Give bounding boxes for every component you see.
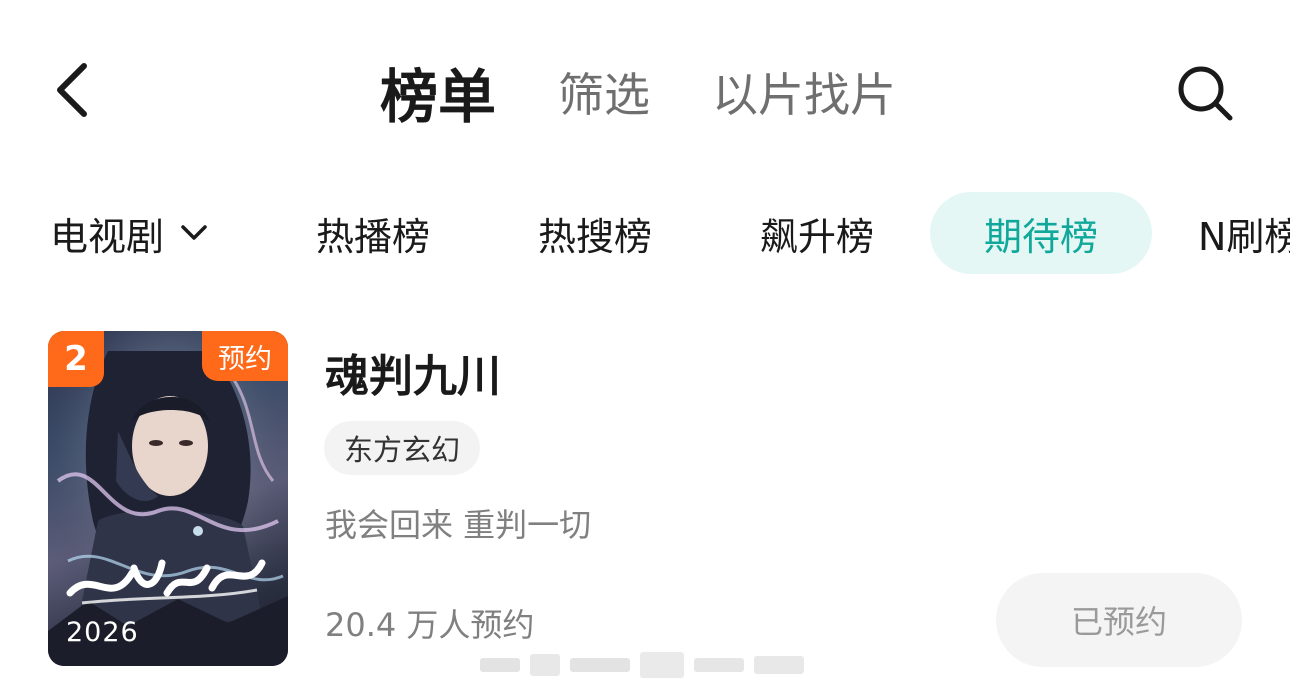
category-bar: 电视剧 热播榜 热搜榜 飙升榜 期待榜 N刷榜: [0, 192, 1290, 274]
rank-badge: 2: [48, 331, 104, 387]
tab-find-similar[interactable]: 以片找片: [712, 59, 896, 125]
tab-rising[interactable]: 飙升榜: [734, 192, 900, 274]
poster-image[interactable]: 2 预约 2026: [48, 331, 288, 666]
chart-page: 榜单 筛选 以片找片 电视剧 热播榜 热搜榜 飙升榜 期待榜 N刷榜 2 预约 …: [0, 0, 1290, 694]
watermark-graphic: [480, 652, 804, 678]
category-selector-label: 电视剧: [50, 214, 165, 259]
reservation-count: 20.4 万人预约: [325, 606, 535, 644]
search-button[interactable]: [1170, 58, 1240, 128]
reserved-button[interactable]: 已预约: [996, 573, 1242, 667]
tab-rewatch[interactable]: N刷榜: [1198, 192, 1290, 274]
poster-year: 2026: [66, 617, 139, 648]
tab-anticipated[interactable]: 期待榜: [930, 192, 1152, 274]
show-title[interactable]: 魂判九川: [325, 340, 501, 404]
search-icon: [1178, 66, 1233, 121]
category-selector[interactable]: 电视剧: [50, 192, 208, 274]
chevron-left-icon: [57, 63, 87, 117]
top-tab-bar: 榜单 筛选 以片找片: [380, 52, 958, 132]
tab-hot-search[interactable]: 热搜榜: [512, 192, 678, 274]
back-button[interactable]: [40, 55, 104, 125]
tab-filter[interactable]: 筛选: [558, 59, 650, 125]
reservation-tag: 预约: [202, 331, 288, 381]
genre-tag[interactable]: 东方玄幻: [324, 421, 481, 475]
show-tagline: 我会回来 重判一切: [325, 506, 592, 544]
poster-title-logo: [66, 559, 266, 605]
chevron-down-icon: [180, 223, 208, 243]
tab-hot-play[interactable]: 热播榜: [290, 192, 456, 274]
tab-rankings[interactable]: 榜单: [380, 50, 496, 134]
